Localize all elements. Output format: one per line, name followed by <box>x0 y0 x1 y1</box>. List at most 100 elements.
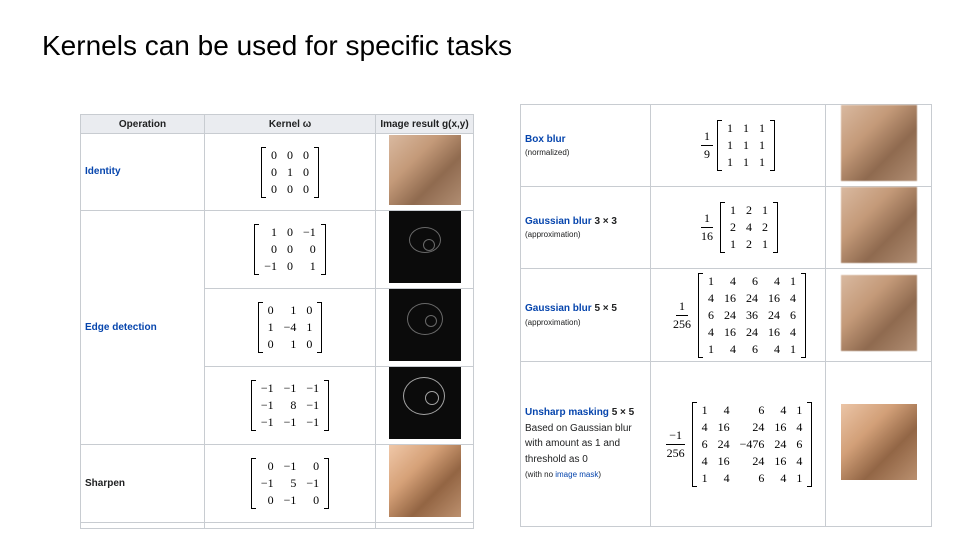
matrix-entry: 6 <box>752 341 758 356</box>
matrix-entry: 1 <box>267 320 274 334</box>
result-cell <box>825 186 932 269</box>
matrix-entry: −1 <box>283 381 297 395</box>
matrix-entry: 4 <box>774 341 780 356</box>
matrix-grid: 111111111 <box>722 120 770 171</box>
fraction-denominator: 16 <box>701 229 713 243</box>
matrix-entry: 1 <box>290 303 297 317</box>
link-gaussian-blur[interactable]: Gaussian blur <box>525 216 592 227</box>
matrix-entry: 6 <box>701 436 708 451</box>
kernel-edge-1: 1 0 −1 0 0 0 −1 0 1 <box>204 210 376 289</box>
matrix-entry: 1 <box>743 138 749 152</box>
matrix-entry: −1 <box>283 493 297 507</box>
matrix-entry: 4 <box>790 290 796 305</box>
fraction-numerator: 1 <box>676 299 688 316</box>
note-box-blur: (normalized) <box>525 148 570 158</box>
matrix: 1 0 −1 0 0 0 −1 0 1 <box>254 224 326 275</box>
matrix: 1 16 1 2 1 2 4 2 1 2 1 <box>698 202 778 253</box>
matrix-entry: 16 <box>717 419 730 434</box>
kernel-edge-2: 0 1 0 1 −4 1 0 1 0 <box>204 288 376 367</box>
matrix: 19111111111 <box>701 120 775 171</box>
matrix-entry: 16 <box>768 290 780 305</box>
matrix: 1 256 1 4 6 4 1 4 16 24 16 4 6 24 36 24 6 4 16 24 16 4 1 4 6 4 1 <box>670 272 806 358</box>
result-image-edge-2 <box>388 289 461 361</box>
matrix-entry: 1 <box>708 341 714 356</box>
result-cell <box>375 288 474 367</box>
matrix-entry: 4 <box>730 273 736 288</box>
matrix: −1 256 1 4 6 4 1 4 16 24 16 4 6 24 −476 24 6 4 16 24 16 4 1 4 6 4… <box>664 401 813 487</box>
matrix-entry: 1 <box>306 320 313 334</box>
header-operation: Operation <box>80 114 205 134</box>
link-gaussian-blur[interactable]: Gaussian blur <box>525 303 592 314</box>
matrix-entry: 0 <box>271 147 277 162</box>
matrix-entry: 0 <box>271 242 277 256</box>
matrix-entry: 4 <box>796 453 803 468</box>
result-image-edge-1 <box>388 211 461 283</box>
operation-edge-detection: Edge detection <box>80 210 205 445</box>
matrix-entry: −1 <box>306 381 320 395</box>
matrix-entry: 0 <box>271 181 277 196</box>
link-box-blur[interactable]: Box blur <box>525 134 566 145</box>
note-suffix: ) <box>598 470 602 480</box>
matrix-entry: 24 <box>774 436 787 451</box>
result-image-box-blur <box>840 105 917 181</box>
matrix-entry: 1 <box>701 402 708 417</box>
kernel-scale-fraction: 1 256 <box>670 299 694 332</box>
result-image-identity <box>388 134 461 205</box>
matrix-entry: 1 <box>762 203 768 217</box>
result-cell <box>375 366 474 445</box>
kernel-edge-3: −1 −1 −1 −1 8 −1 −1 −1 −1 <box>204 366 376 445</box>
matrix-entry: 6 <box>790 307 796 322</box>
kernel-scale-fraction: −1 256 <box>664 428 688 461</box>
note-prefix: (with no <box>525 470 556 480</box>
operation-sharpen: Sharpen <box>80 444 205 523</box>
fraction-numerator: 1 <box>701 129 713 146</box>
matrix-entry: 1 <box>796 402 803 417</box>
kernel-unsharp: −1 256 1 4 6 4 1 4 16 24 16 4 6 24 −476 24 6 4 16 24 16 4 1 4 6 4… <box>650 361 826 527</box>
matrix-entry: 24 <box>746 290 758 305</box>
matrix-entry: 24 <box>746 324 758 339</box>
result-image-edge-3 <box>388 367 461 439</box>
matrix-entry: −4 <box>283 320 297 334</box>
result-image-gaussian-5 <box>840 274 917 351</box>
matrix-entry: 1 <box>759 155 765 169</box>
matrix-entry: −1 <box>283 415 297 429</box>
matrix: 000010000 <box>261 146 319 198</box>
matrix-grid: 121242121 <box>725 202 773 253</box>
note-gaussian-5: (approximation) <box>525 317 581 327</box>
fraction-denominator: 9 <box>704 147 710 161</box>
matrix-entry: 0 <box>271 164 277 179</box>
matrix-entry: 16 <box>774 453 787 468</box>
matrix-entry: 1 <box>727 155 733 169</box>
link-identity[interactable]: Identity <box>85 166 121 177</box>
matrix-grid: 1 4 6 4 1 4 16 24 16 4 6 24 36 24 6 4 16 24 16 4 1 4 6 4 1 <box>703 273 801 358</box>
link-unsharp-masking[interactable]: Unsharp masking <box>525 407 609 418</box>
matrix-entry: 16 <box>717 453 730 468</box>
operation-identity: Identity <box>80 133 205 211</box>
label-sharpen: Sharpen <box>85 477 126 489</box>
link-image-mask[interactable]: image mask <box>555 470 598 479</box>
matrix-entry: 1 <box>743 121 749 135</box>
matrix-entry: 1 <box>708 273 714 288</box>
matrix-entry: 6 <box>758 470 765 485</box>
matrix-entry: 4 <box>790 324 796 339</box>
matrix-grid: 000010000 <box>266 147 314 198</box>
matrix-entry: 24 <box>752 419 765 434</box>
matrix-grid: 0 1 0 1 −4 1 0 1 0 <box>263 302 318 353</box>
matrix-entry: 24 <box>724 307 736 322</box>
matrix-entry: 4 <box>796 419 803 434</box>
matrix: 0 −1 0 −1 5 −1 0 −1 0 <box>250 458 330 509</box>
matrix-entry: 1 <box>287 164 293 179</box>
operation-gaussian-3: Gaussian blur 3 × 3 (approximation) <box>520 186 651 269</box>
matrix-entry: 0 <box>313 493 320 507</box>
matrix-entry: 0 <box>267 459 274 473</box>
kernel-sharpen: 0 −1 0 −1 5 −1 0 −1 0 <box>204 444 376 523</box>
matrix-entry: 0 <box>287 259 293 273</box>
matrix-entry: −1 <box>264 259 277 273</box>
matrix-entry: 0 <box>267 493 274 507</box>
matrix-entry: −1 <box>306 415 320 429</box>
matrix-entry: 4 <box>701 453 708 468</box>
matrix-entry: 16 <box>774 419 787 434</box>
matrix-entry: 6 <box>796 436 803 451</box>
link-edge-detection[interactable]: Edge detection <box>85 322 157 333</box>
matrix-entry: −1 <box>260 381 274 395</box>
